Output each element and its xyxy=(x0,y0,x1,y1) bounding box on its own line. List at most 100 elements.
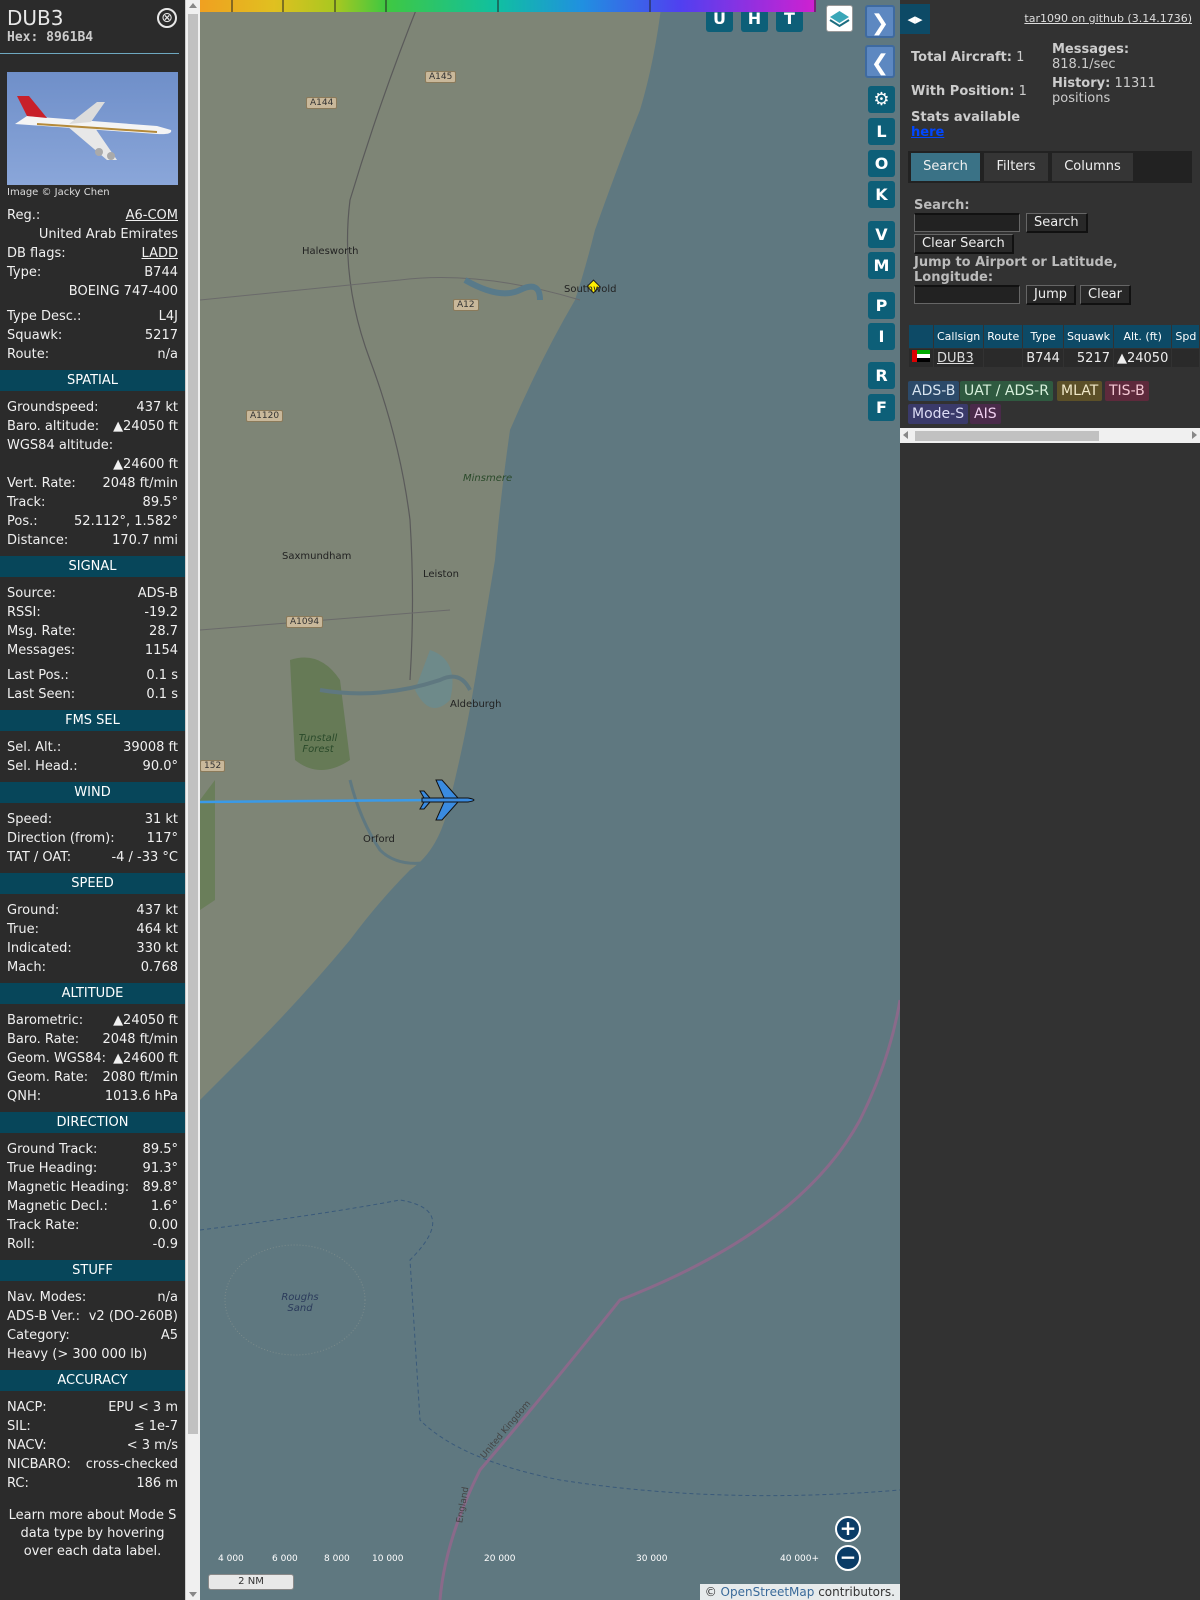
close-icon[interactable]: ⊗ xyxy=(157,8,177,28)
column-header-alt-ft[interactable]: Alt. (ft) xyxy=(1112,324,1173,349)
info-label[interactable]: Magnetic Heading: xyxy=(7,1178,129,1197)
info-label[interactable]: NACV: xyxy=(7,1436,47,1455)
next-aircraft-button[interactable]: ❯ xyxy=(865,5,895,38)
info-value[interactable]: LADD xyxy=(142,244,178,263)
scale-label-40000-plus: 40 000+ xyxy=(780,1554,820,1564)
info-label[interactable]: Geom. WGS84: xyxy=(7,1049,106,1068)
info-label[interactable]: Mach: xyxy=(7,958,46,977)
info-label[interactable]: Track Rate: xyxy=(7,1216,79,1235)
info-label[interactable]: Speed: xyxy=(7,810,52,829)
info-value[interactable]: A6-COM xyxy=(126,206,178,225)
column-header-spd[interactable]: Spd xyxy=(1171,324,1200,349)
jump-input[interactable] xyxy=(914,285,1020,304)
info-label[interactable]: Type: xyxy=(7,263,41,282)
zoom-in-button[interactable]: + xyxy=(835,1516,861,1542)
scroll-up-icon[interactable] xyxy=(189,3,197,8)
info-label[interactable]: ADS-B Ver.: xyxy=(7,1307,80,1326)
info-label[interactable]: Track: xyxy=(7,493,45,512)
info-label[interactable]: Squawk: xyxy=(7,326,62,345)
stats-here-link[interactable]: here xyxy=(911,125,944,140)
column-header-squawk[interactable]: Squawk xyxy=(1062,324,1115,349)
search-button[interactable]: Search xyxy=(1026,213,1088,233)
tab-columns[interactable]: Columns xyxy=(1052,153,1133,181)
info-label[interactable]: Last Pos.: xyxy=(7,666,69,685)
info-label[interactable]: Baro. altitude: xyxy=(7,417,99,436)
table-horizontal-scrollbar[interactable] xyxy=(900,428,1200,443)
info-label[interactable]: Magnetic Decl.: xyxy=(7,1197,108,1216)
info-label[interactable]: Distance: xyxy=(7,531,68,550)
sidebar-scrollbar[interactable] xyxy=(185,0,200,1600)
info-label[interactable]: Groundspeed: xyxy=(7,398,98,417)
aircraft-photo[interactable] xyxy=(7,72,178,185)
info-label[interactable]: Direction (from): xyxy=(7,829,115,848)
info-label[interactable]: Heavy (> 300 000 lb) xyxy=(7,1345,147,1364)
info-label[interactable]: Ground Track: xyxy=(7,1140,97,1159)
scroll-left-icon[interactable] xyxy=(903,431,908,439)
info-label[interactable]: Last Seen: xyxy=(7,685,75,704)
info-label[interactable]: Reg.: xyxy=(7,206,40,225)
button-o[interactable]: O xyxy=(868,150,895,177)
info-label[interactable]: TAT / OAT: xyxy=(7,848,71,867)
github-link[interactable]: tar1090 on github (3.14.1736) xyxy=(1024,12,1192,25)
info-label[interactable]: NACP: xyxy=(7,1398,47,1417)
column-header-flag[interactable] xyxy=(908,324,934,349)
info-label[interactable]: RSSI: xyxy=(7,603,41,622)
column-header-route[interactable]: Route xyxy=(983,324,1024,349)
info-label[interactable]: True: xyxy=(7,920,39,939)
button-p[interactable]: P xyxy=(868,292,895,319)
info-label[interactable]: Source: xyxy=(7,584,56,603)
cell-callsign[interactable]: DUB3 xyxy=(932,348,985,368)
button-i[interactable]: I xyxy=(868,323,895,350)
button-v[interactable]: V xyxy=(868,221,895,248)
jump-button[interactable]: Jump xyxy=(1026,285,1076,305)
info-label[interactable]: QNH: xyxy=(7,1087,41,1106)
info-label[interactable]: DB flags: xyxy=(7,244,66,263)
info-label[interactable]: Vert. Rate: xyxy=(7,474,76,493)
info-label[interactable]: NICBARO: xyxy=(7,1455,71,1474)
search-input[interactable] xyxy=(914,213,1020,232)
info-label[interactable]: Type Desc.: xyxy=(7,307,81,326)
info-label[interactable]: Baro. Rate: xyxy=(7,1030,79,1049)
info-label[interactable]: Messages: xyxy=(7,641,75,660)
button-k[interactable]: K xyxy=(868,181,895,208)
info-value: A5 xyxy=(160,1328,178,1343)
button-l[interactable]: L xyxy=(868,118,895,145)
layers-icon[interactable] xyxy=(826,5,853,32)
info-label[interactable]: Indicated: xyxy=(7,939,72,958)
prev-aircraft-button[interactable]: ❮ xyxy=(865,45,895,78)
info-label[interactable]: RC: xyxy=(7,1474,29,1493)
info-label[interactable]: Barometric: xyxy=(7,1011,83,1030)
toggle-sidebar-icon[interactable]: ◂▸ xyxy=(900,4,930,34)
zoom-out-button[interactable]: − xyxy=(835,1545,861,1571)
info-label[interactable]: SIL: xyxy=(7,1417,31,1436)
tab-search[interactable]: Search xyxy=(911,153,980,181)
tab-filters[interactable]: Filters xyxy=(984,153,1048,181)
column-header-type[interactable]: Type xyxy=(1022,324,1064,349)
info-label[interactable]: Msg. Rate: xyxy=(7,622,76,641)
info-label[interactable]: Category: xyxy=(7,1326,70,1345)
column-header-callsign[interactable]: Callsign xyxy=(932,324,985,349)
info-label[interactable]: Roll: xyxy=(7,1235,35,1254)
map-view[interactable]: Halesworth Southwold Saxmundham Leiston … xyxy=(200,0,900,1600)
button-r[interactable]: R xyxy=(868,362,895,389)
sidebar-scroll-thumb[interactable] xyxy=(188,14,198,1434)
clear-button[interactable]: Clear xyxy=(1080,285,1131,305)
info-label[interactable]: True Heading: xyxy=(7,1159,97,1178)
info-label[interactable]: WGS84 altitude: xyxy=(7,436,113,455)
table-row[interactable]: DUB3 B744 5217 ▲24050 xyxy=(908,348,1200,368)
button-f[interactable]: F xyxy=(868,394,895,421)
clear-search-button[interactable]: Clear Search xyxy=(914,234,1014,254)
table-scroll-thumb[interactable] xyxy=(915,431,1099,441)
settings-gear-icon[interactable]: ⚙ xyxy=(868,86,895,113)
info-label[interactable]: Sel. Alt.: xyxy=(7,738,61,757)
info-label[interactable]: Pos.: xyxy=(7,512,38,531)
scroll-down-icon[interactable] xyxy=(189,1592,197,1597)
info-label[interactable]: Route: xyxy=(7,345,49,364)
info-label[interactable]: Sel. Head.: xyxy=(7,757,78,776)
button-m[interactable]: M xyxy=(868,252,895,279)
osm-link[interactable]: OpenStreetMap xyxy=(721,1585,815,1599)
info-label[interactable]: Ground: xyxy=(7,901,59,920)
scroll-right-icon[interactable] xyxy=(1192,431,1197,439)
info-label[interactable]: Nav. Modes: xyxy=(7,1288,86,1307)
info-label[interactable]: Geom. Rate: xyxy=(7,1068,88,1087)
